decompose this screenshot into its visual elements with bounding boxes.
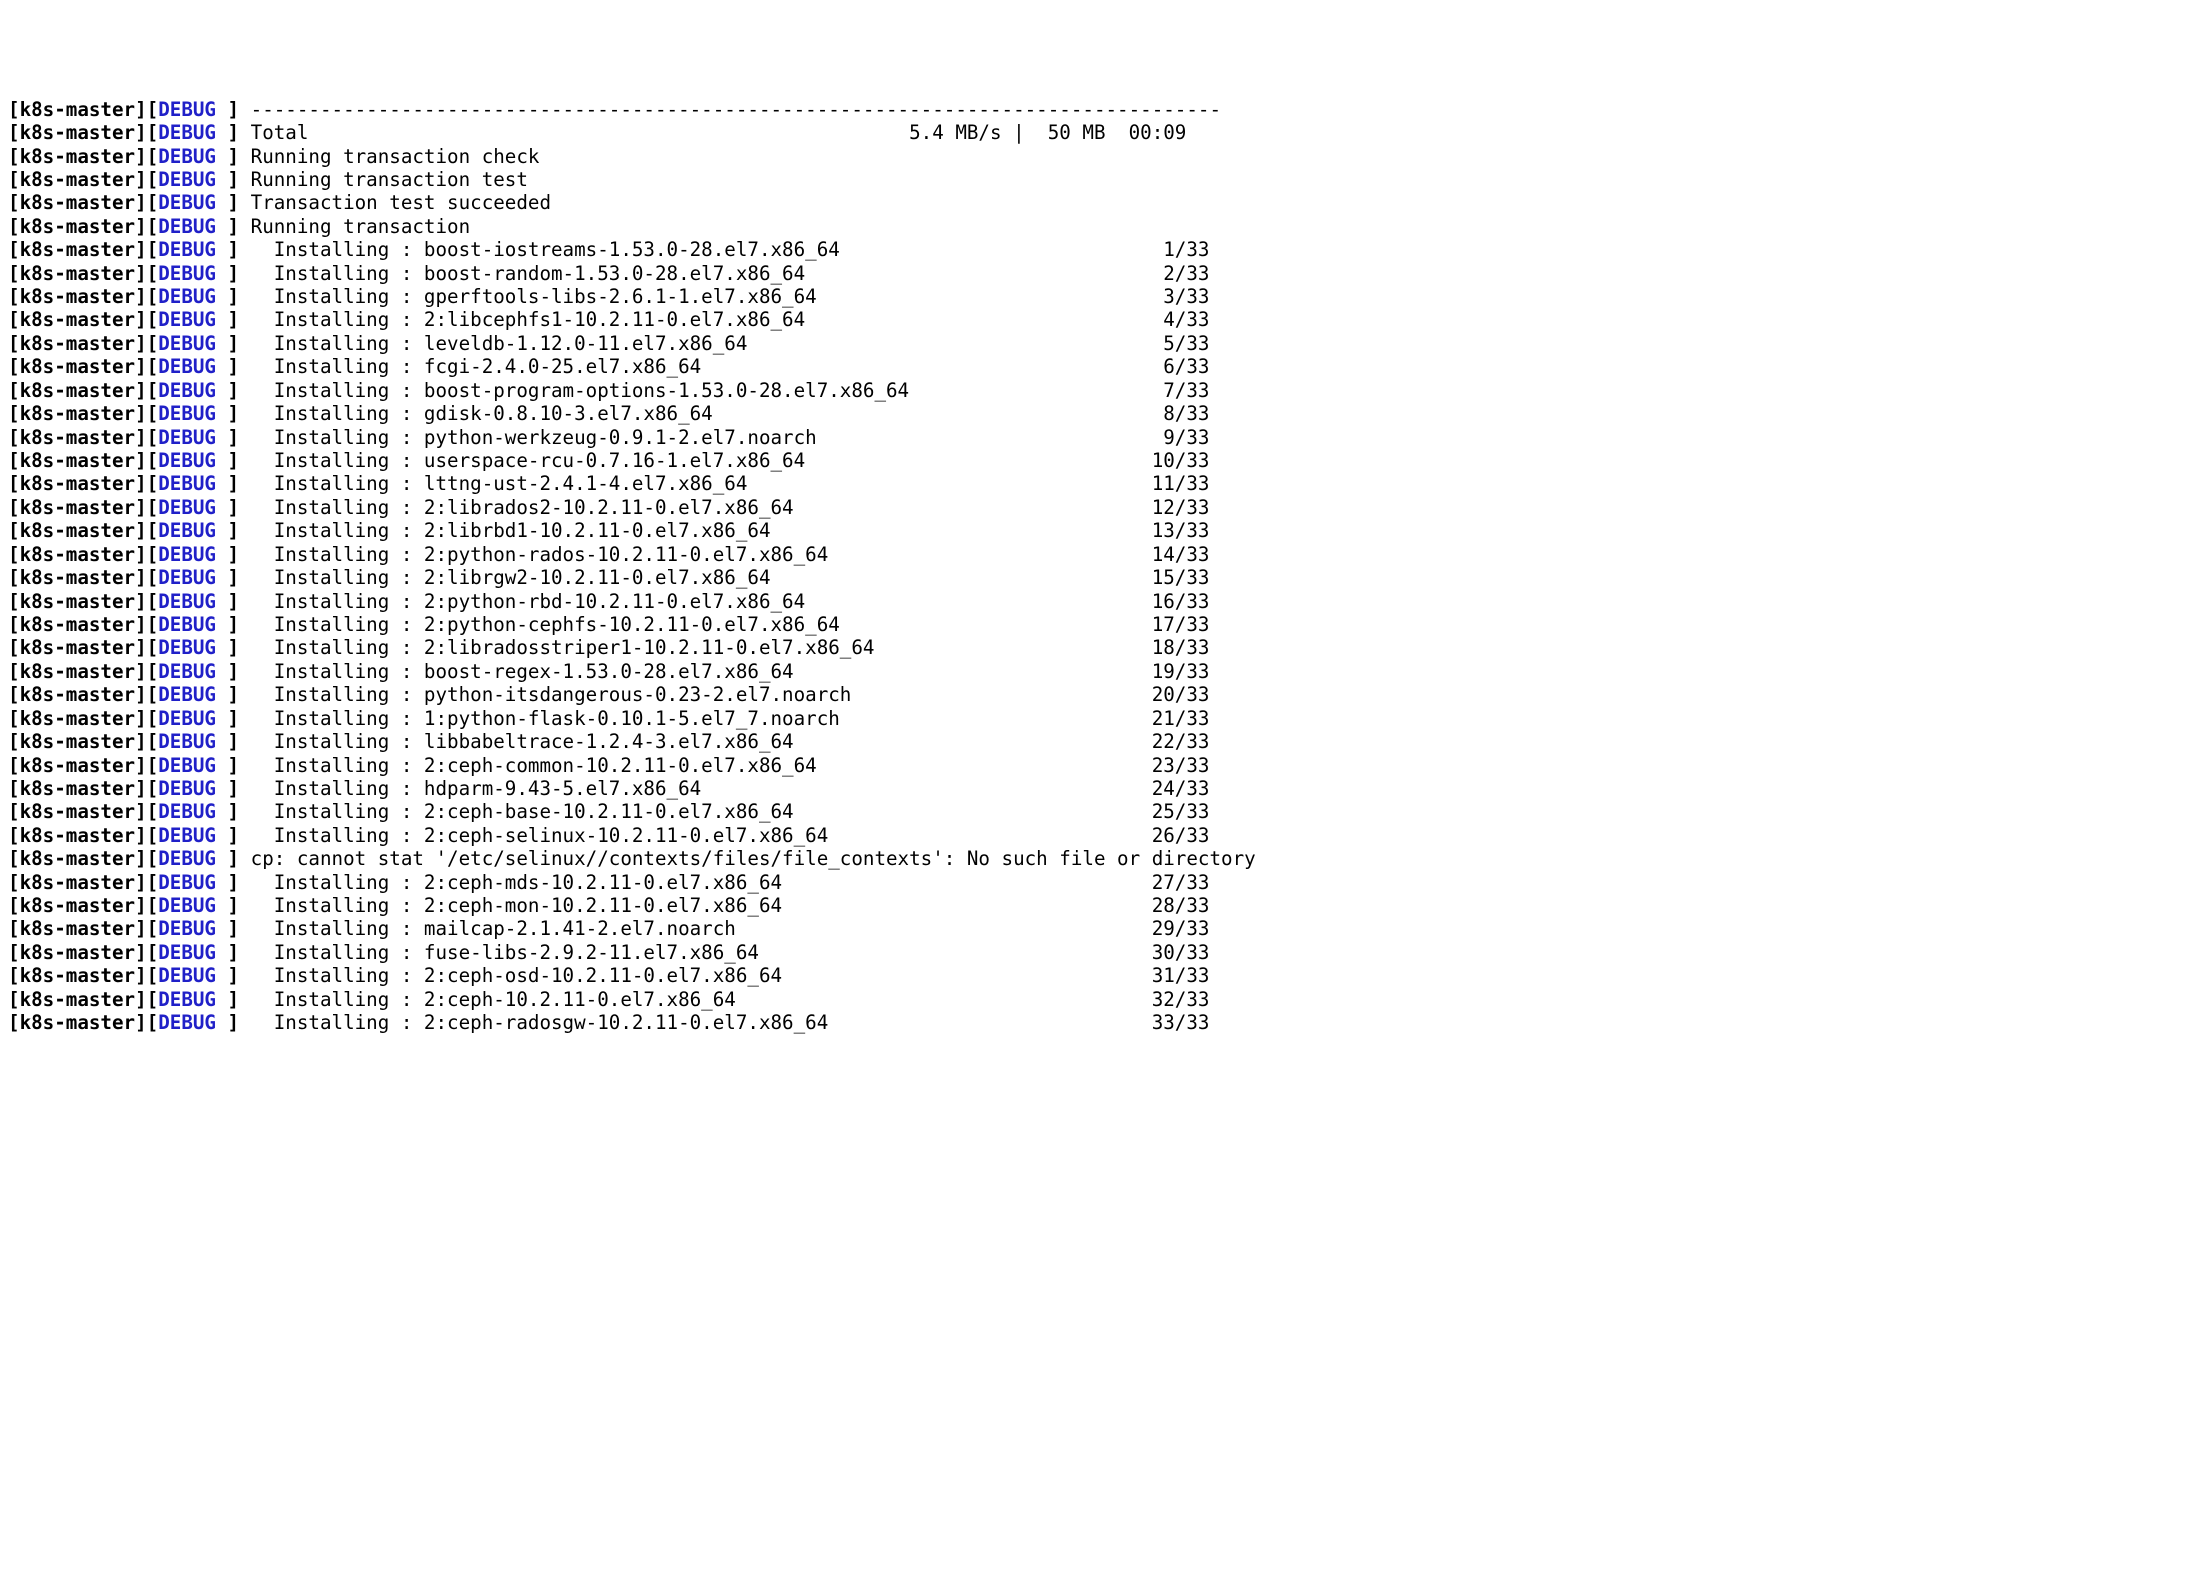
log-install-a-23: [k8s-master][DEBUG ] Installing : hdparm… — [8, 777, 2204, 800]
log-install-a-21: [k8s-master][DEBUG ] Installing : libbab… — [8, 730, 2204, 753]
log-install-b-6: [k8s-master][DEBUG ] Installing : 2:ceph… — [8, 1011, 2204, 1034]
log-status-1: [k8s-master][DEBUG ] Running transaction… — [8, 168, 2204, 191]
log-install-b-1: [k8s-master][DEBUG ] Installing : 2:ceph… — [8, 894, 2204, 917]
log-install-a-10: [k8s-master][DEBUG ] Installing : lttng-… — [8, 472, 2204, 495]
log-install-a-16: [k8s-master][DEBUG ] Installing : 2:pyth… — [8, 613, 2204, 636]
log-install-a-12: [k8s-master][DEBUG ] Installing : 2:libr… — [8, 519, 2204, 542]
log-install-a-17: [k8s-master][DEBUG ] Installing : 2:libr… — [8, 636, 2204, 659]
log-status-0: [k8s-master][DEBUG ] Running transaction… — [8, 145, 2204, 168]
log-install-a-19: [k8s-master][DEBUG ] Installing : python… — [8, 683, 2204, 706]
log-install-a-5: [k8s-master][DEBUG ] Installing : fcgi-2… — [8, 355, 2204, 378]
log-install-a-22: [k8s-master][DEBUG ] Installing : 2:ceph… — [8, 754, 2204, 777]
log-install-a-25: [k8s-master][DEBUG ] Installing : 2:ceph… — [8, 824, 2204, 847]
log-install-a-0: [k8s-master][DEBUG ] Installing : boost-… — [8, 238, 2204, 261]
log-divider: [k8s-master][DEBUG ] -------------------… — [8, 98, 2204, 121]
log-install-b-0: [k8s-master][DEBUG ] Installing : 2:ceph… — [8, 871, 2204, 894]
log-status-2: [k8s-master][DEBUG ] Transaction test su… — [8, 191, 2204, 214]
log-status-3: [k8s-master][DEBUG ] Running transaction — [8, 215, 2204, 238]
log-install-a-15: [k8s-master][DEBUG ] Installing : 2:pyth… — [8, 590, 2204, 613]
log-install-a-11: [k8s-master][DEBUG ] Installing : 2:libr… — [8, 496, 2204, 519]
log-install-a-13: [k8s-master][DEBUG ] Installing : 2:pyth… — [8, 543, 2204, 566]
log-total: [k8s-master][DEBUG ] Total 5.4 MB/s | 50… — [8, 121, 2204, 144]
log-install-a-24: [k8s-master][DEBUG ] Installing : 2:ceph… — [8, 800, 2204, 823]
log-install-a-7: [k8s-master][DEBUG ] Installing : gdisk-… — [8, 402, 2204, 425]
log-install-b-5: [k8s-master][DEBUG ] Installing : 2:ceph… — [8, 988, 2204, 1011]
log-install-a-6: [k8s-master][DEBUG ] Installing : boost-… — [8, 379, 2204, 402]
log-install-a-18: [k8s-master][DEBUG ] Installing : boost-… — [8, 660, 2204, 683]
log-install-a-1: [k8s-master][DEBUG ] Installing : boost-… — [8, 262, 2204, 285]
log-cp-error: [k8s-master][DEBUG ] cp: cannot stat '/e… — [8, 847, 2204, 870]
log-install-a-2: [k8s-master][DEBUG ] Installing : gperft… — [8, 285, 2204, 308]
log-install-b-3: [k8s-master][DEBUG ] Installing : fuse-l… — [8, 941, 2204, 964]
log-install-a-3: [k8s-master][DEBUG ] Installing : 2:libc… — [8, 308, 2204, 331]
log-install-b-4: [k8s-master][DEBUG ] Installing : 2:ceph… — [8, 964, 2204, 987]
log-install-a-20: [k8s-master][DEBUG ] Installing : 1:pyth… — [8, 707, 2204, 730]
log-install-a-4: [k8s-master][DEBUG ] Installing : leveld… — [8, 332, 2204, 355]
log-install-b-2: [k8s-master][DEBUG ] Installing : mailca… — [8, 917, 2204, 940]
log-install-a-14: [k8s-master][DEBUG ] Installing : 2:libr… — [8, 566, 2204, 589]
log-install-a-8: [k8s-master][DEBUG ] Installing : python… — [8, 426, 2204, 449]
log-install-a-9: [k8s-master][DEBUG ] Installing : usersp… — [8, 449, 2204, 472]
terminal-output: [k8s-master][DEBUG ] -------------------… — [8, 98, 2204, 1035]
